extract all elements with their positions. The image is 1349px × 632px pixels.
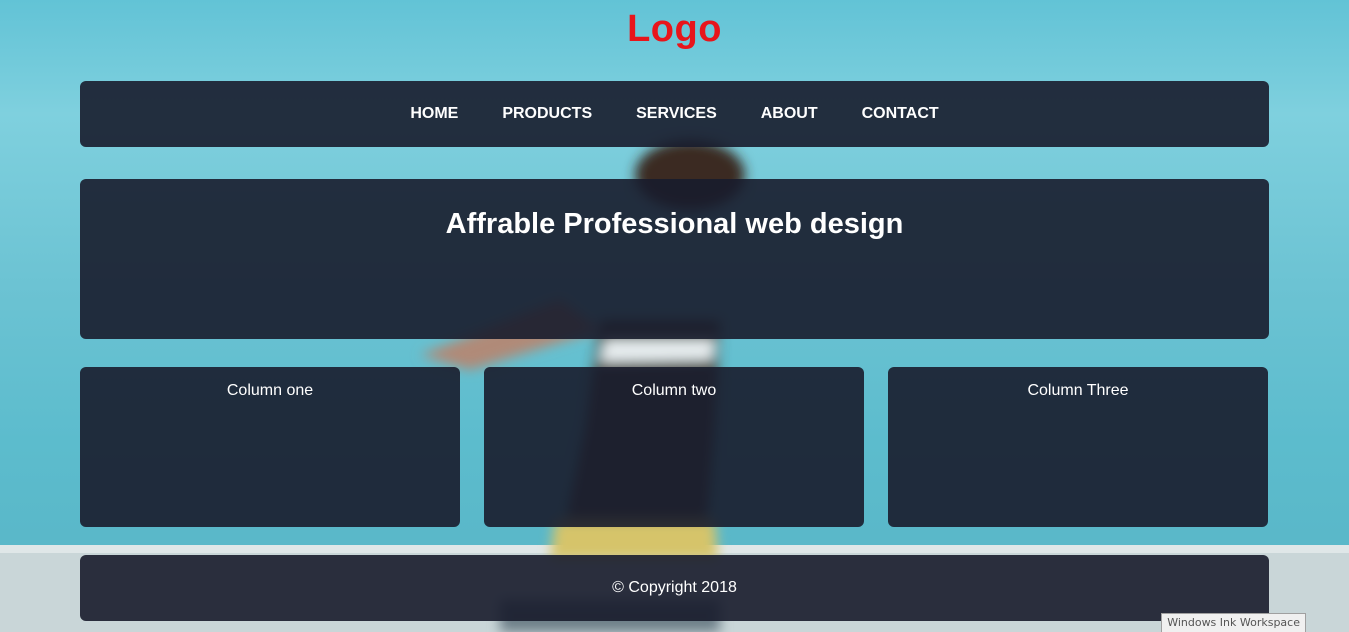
- page-footer: © Copyright 2018: [80, 555, 1269, 621]
- nav-item-products[interactable]: PRODUCTS: [502, 105, 592, 123]
- main-navigation: HOME PRODUCTS SERVICES ABOUT CONTACT: [80, 81, 1269, 147]
- nav-item-services[interactable]: SERVICES: [636, 105, 717, 123]
- nav-item-contact[interactable]: CONTACT: [862, 105, 939, 123]
- column-three-title: Column Three: [1027, 382, 1129, 399]
- windows-ink-workspace-tooltip: Windows Ink Workspace: [1161, 613, 1306, 632]
- nav-item-about[interactable]: ABOUT: [761, 105, 818, 123]
- hero-section: Affrable Professional web design: [80, 179, 1269, 339]
- hero-title: Affrable Professional web design: [445, 208, 904, 240]
- nav-item-home[interactable]: HOME: [410, 105, 458, 123]
- column-two: Column two: [484, 367, 864, 527]
- site-logo[interactable]: Logo: [0, 8, 1349, 51]
- column-one-title: Column one: [226, 382, 314, 399]
- nav-list: HOME PRODUCTS SERVICES ABOUT CONTACT: [80, 81, 1269, 147]
- column-one: Column one: [80, 367, 460, 527]
- column-two-title: Column two: [631, 382, 717, 399]
- column-three: Column Three: [888, 367, 1268, 527]
- copyright-text: © Copyright 2018: [612, 579, 737, 596]
